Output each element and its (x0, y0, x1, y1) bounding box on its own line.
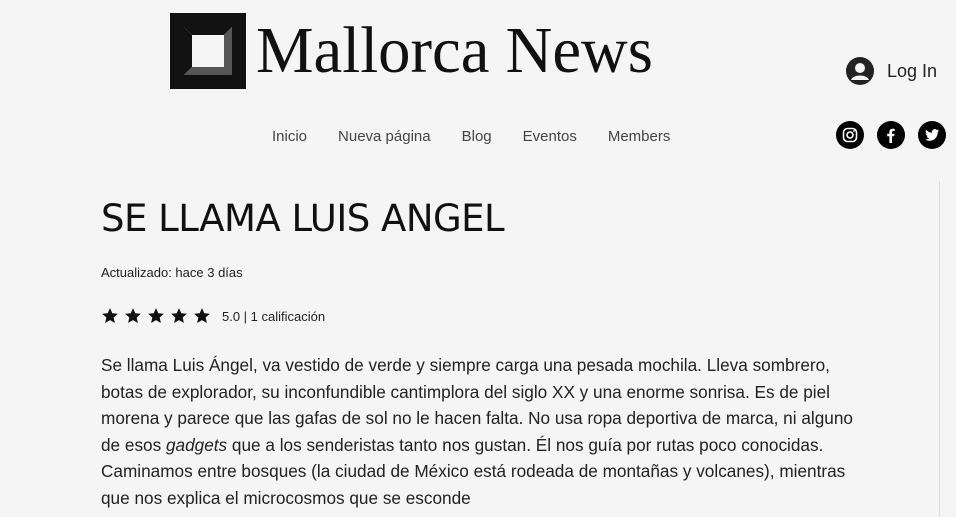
nav-item-blog[interactable]: Blog (462, 128, 492, 145)
star-icon[interactable] (193, 307, 211, 325)
rating-stars[interactable] (101, 307, 216, 325)
post-text-italic: gadgets (165, 434, 228, 455)
main-navigation: Inicio Nueva página Blog Eventos Members (272, 128, 701, 145)
twitter-icon[interactable] (918, 121, 946, 149)
login-label: Log In (887, 60, 938, 81)
post-body: Se llama Luis Ángel, va vestido de verde… (101, 352, 861, 511)
post-paragraph: Se llama Luis Ángel, va vestido de verde… (101, 352, 861, 511)
post-updated-date: Actualizado: hace 3 días (101, 265, 243, 280)
site-name: Mallorca News (256, 14, 653, 87)
star-icon[interactable] (124, 307, 142, 325)
site-brand[interactable]: Mallorca News (170, 13, 661, 89)
post-title: SE LLAMA LUIS ANGEL (101, 197, 505, 240)
social-bar (836, 121, 946, 149)
star-icon[interactable] (147, 307, 165, 325)
nav-item-members[interactable]: Members (608, 128, 671, 145)
post-rating[interactable]: 5.0 | 1 calificación (101, 307, 325, 325)
star-icon[interactable] (101, 307, 119, 325)
nav-item-nueva-pagina[interactable]: Nueva página (338, 128, 431, 145)
instagram-icon[interactable] (836, 121, 864, 149)
nav-item-inicio[interactable]: Inicio (272, 128, 307, 145)
login-button[interactable]: Log In (846, 57, 937, 85)
facebook-icon[interactable] (877, 121, 905, 149)
user-avatar-icon (846, 57, 874, 85)
rating-summary: 5.0 | 1 calificación (222, 308, 326, 324)
star-icon[interactable] (170, 307, 188, 325)
nav-item-eventos[interactable]: Eventos (523, 128, 577, 145)
site-logo-icon (170, 13, 246, 89)
